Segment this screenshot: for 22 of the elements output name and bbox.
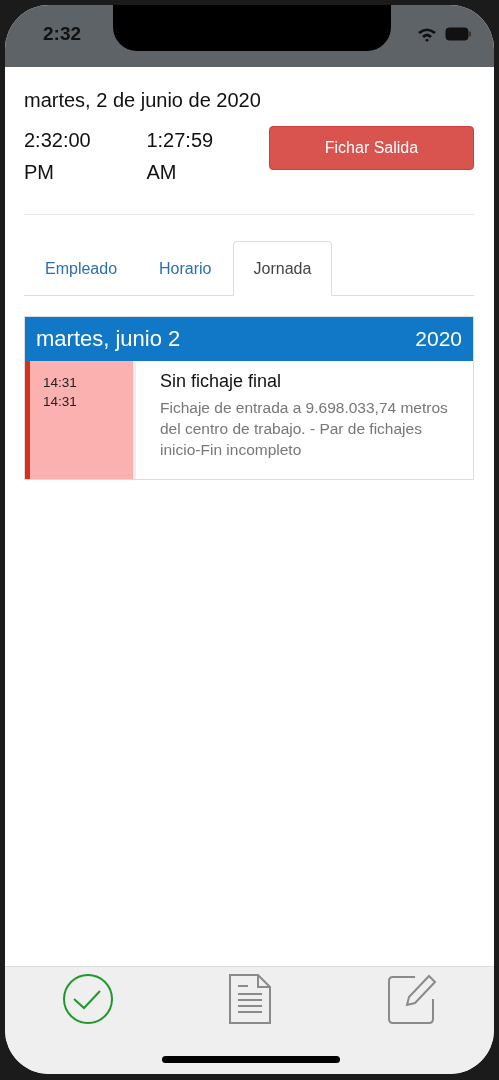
tab-bar-button[interactable] bbox=[386, 973, 437, 1025]
battery-icon bbox=[445, 27, 472, 41]
entry-time: 14:31 bbox=[43, 394, 78, 409]
tab[interactable]: Jornada bbox=[232, 241, 333, 296]
day-title: martes, junio 2 bbox=[36, 326, 181, 352]
entry-description: Fichaje de entrada a 9.698.033,74 metros del centro de trabajo. - Par de fichajes inicio-Fin incompleto bbox=[160, 398, 449, 460]
date-heading: martes, 2 de junio de 2020 bbox=[24, 89, 262, 112]
clock-time: 1:27:59 AM bbox=[146, 128, 215, 185]
entry-time: 14:31 bbox=[43, 375, 78, 390]
tab-bar-button[interactable] bbox=[62, 973, 115, 1025]
status-time: 2:32 bbox=[43, 23, 82, 45]
tab-bar-button[interactable] bbox=[228, 973, 273, 1025]
tab[interactable]: Horario bbox=[138, 241, 233, 296]
document-icon bbox=[228, 973, 273, 1025]
checkmark-icon bbox=[62, 973, 115, 1025]
edit-icon bbox=[386, 973, 437, 1025]
clock-time: 2:32:00 PM bbox=[24, 128, 92, 185]
entry-title: Sin fichaje final bbox=[160, 371, 283, 392]
day-year: 2020 bbox=[415, 327, 462, 351]
wifi-icon bbox=[417, 26, 437, 42]
clock-out-button[interactable]: Fichar Salida bbox=[268, 126, 474, 170]
tab[interactable]: Empleado bbox=[24, 241, 139, 296]
